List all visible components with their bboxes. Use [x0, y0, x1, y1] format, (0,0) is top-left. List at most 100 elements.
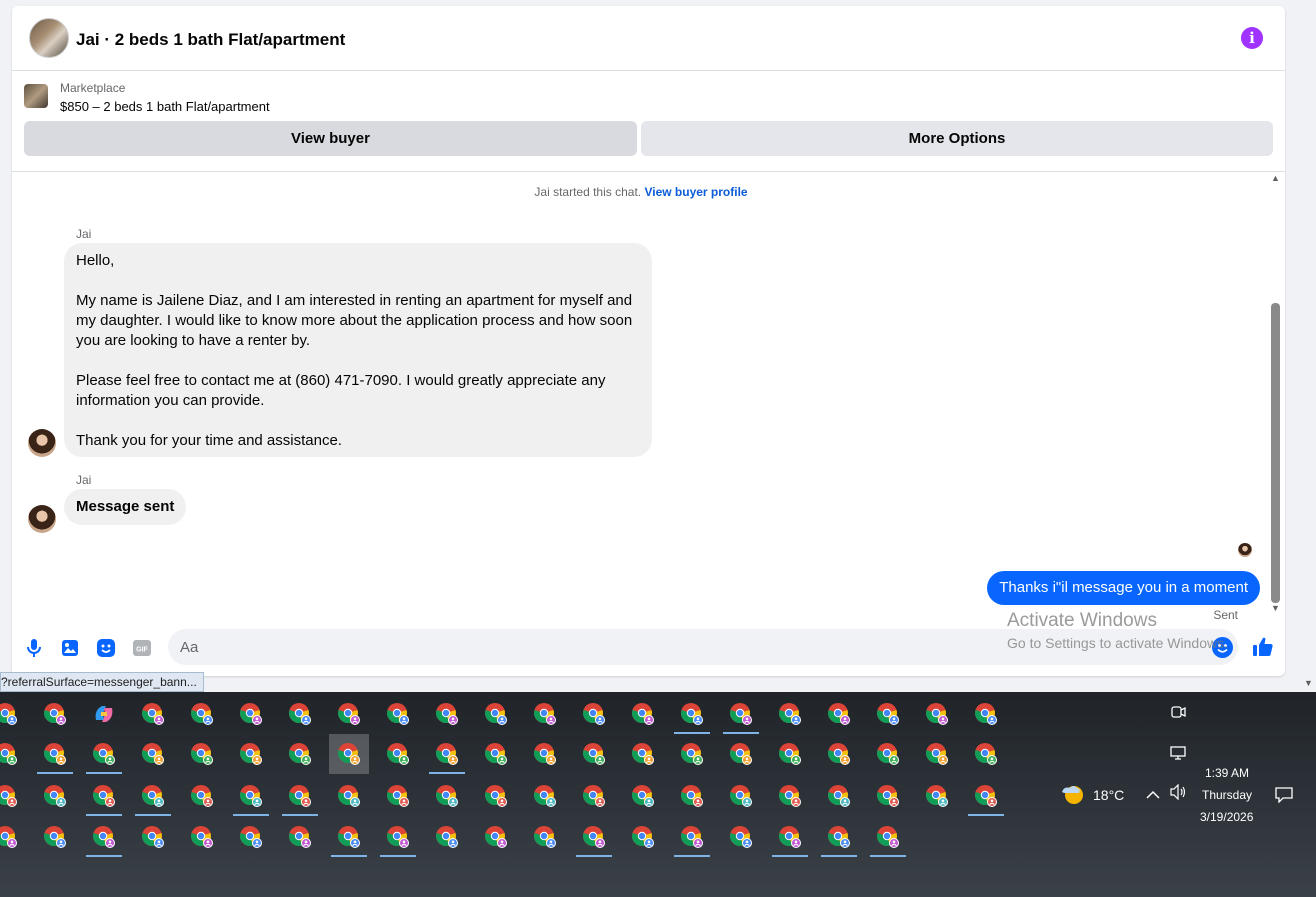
browser-profile-icon[interactable] — [917, 694, 957, 734]
browser-profile-icon[interactable] — [0, 694, 26, 734]
listing-avatar[interactable] — [29, 18, 69, 58]
browser-profile-icon[interactable] — [84, 734, 124, 774]
browser-profile-icon[interactable] — [966, 776, 1006, 816]
browser-profile-icon[interactable] — [672, 776, 712, 816]
browser-profile-icon[interactable] — [231, 817, 271, 857]
notification-icon[interactable] — [1275, 787, 1293, 808]
browser-profile-icon[interactable] — [819, 817, 859, 857]
browser-profile-icon[interactable] — [427, 776, 467, 816]
like-thumbs-up-icon[interactable] — [1252, 636, 1274, 658]
browser-profile-icon[interactable] — [280, 817, 320, 857]
browser-profile-icon[interactable] — [427, 817, 467, 857]
browser-profile-icon[interactable] — [525, 734, 565, 774]
browser-profile-icon[interactable] — [672, 694, 712, 734]
browser-profile-icon[interactable] — [770, 776, 810, 816]
sender-avatar[interactable] — [28, 505, 56, 533]
clock-date[interactable]: 3/19/2026 — [1200, 810, 1253, 824]
browser-profile-icon[interactable] — [378, 817, 418, 857]
browser-profile-icon[interactable] — [966, 734, 1006, 774]
browser-profile-icon[interactable] — [133, 694, 173, 734]
meet-now-icon[interactable] — [1170, 704, 1186, 725]
browser-profile-icon[interactable] — [672, 817, 712, 857]
browser-profile-icon[interactable] — [476, 776, 516, 816]
browser-profile-icon[interactable] — [623, 776, 663, 816]
browser-profile-icon[interactable] — [721, 817, 761, 857]
browser-profile-icon[interactable] — [84, 817, 124, 857]
browser-profile-icon[interactable] — [231, 694, 271, 734]
message-input[interactable] — [168, 629, 1238, 665]
browser-profile-icon[interactable] — [182, 776, 222, 816]
more-options-button[interactable]: More Options — [641, 121, 1273, 156]
browser-profile-icon[interactable] — [84, 776, 124, 816]
photo-icon[interactable] — [60, 638, 80, 658]
browser-profile-icon[interactable] — [770, 694, 810, 734]
scroll-up-arrow[interactable]: ▲ — [1271, 173, 1280, 183]
browser-profile-icon[interactable] — [917, 734, 957, 774]
browser-profile-icon[interactable] — [182, 817, 222, 857]
browser-profile-icon[interactable] — [378, 734, 418, 774]
browser-profile-icon[interactable] — [476, 694, 516, 734]
network-desktop-icon[interactable] — [1170, 745, 1186, 766]
browser-profile-icon[interactable] — [329, 776, 369, 816]
browser-profile-icon[interactable] — [574, 776, 614, 816]
scroll-down-arrow[interactable]: ▼ — [1271, 603, 1280, 613]
emoji-icon[interactable] — [1212, 637, 1233, 658]
browser-profile-icon[interactable] — [182, 694, 222, 734]
browser-profile-icon[interactable] — [966, 694, 1006, 734]
browser-profile-icon[interactable] — [329, 694, 369, 734]
browser-profile-icon[interactable] — [35, 817, 75, 857]
browser-profile-icon[interactable] — [525, 694, 565, 734]
microphone-icon[interactable] — [24, 638, 44, 658]
browser-profile-icon[interactable] — [574, 734, 614, 774]
gif-icon[interactable]: GIF — [132, 638, 152, 658]
browser-profile-icon[interactable] — [427, 694, 467, 734]
browser-profile-icon[interactable] — [819, 694, 859, 734]
browser-profile-icon[interactable] — [133, 817, 173, 857]
browser-profile-icon[interactable] — [280, 776, 320, 816]
browser-profile-icon[interactable] — [182, 734, 222, 774]
browser-profile-icon[interactable] — [0, 817, 26, 857]
browser-profile-icon[interactable] — [35, 734, 75, 774]
browser-profile-icon[interactable] — [525, 817, 565, 857]
browser-profile-icon[interactable] — [231, 734, 271, 774]
browser-profile-icon[interactable] — [721, 694, 761, 734]
listing-thumbnail[interactable] — [24, 84, 48, 108]
chevron-up-icon[interactable] — [1146, 787, 1160, 803]
browser-profile-icon[interactable] — [574, 817, 614, 857]
browser-profile-icon[interactable] — [378, 694, 418, 734]
sender-avatar[interactable] — [28, 429, 56, 457]
clock-time[interactable]: 1:39 AM — [1205, 766, 1249, 780]
speaker-icon[interactable] — [1170, 783, 1188, 805]
browser-profile-icon[interactable] — [476, 817, 516, 857]
browser-profile-icon[interactable] — [623, 734, 663, 774]
sticker-icon[interactable] — [96, 638, 116, 658]
browser-profile-icon[interactable] — [35, 776, 75, 816]
browser-profile-icon[interactable] — [672, 734, 712, 774]
browser-profile-icon[interactable] — [525, 776, 565, 816]
browser-profile-icon[interactable] — [231, 776, 271, 816]
page-scroll-down-arrow[interactable]: ▼ — [1304, 678, 1313, 688]
browser-profile-icon[interactable] — [0, 734, 26, 774]
weather-icon[interactable] — [1060, 782, 1086, 811]
listing-title[interactable]: $850 – 2 beds 1 bath Flat/apartment — [60, 99, 270, 114]
browser-profile-icon[interactable] — [868, 817, 908, 857]
browser-profile-icon[interactable] — [868, 734, 908, 774]
browser-profile-icon[interactable] — [917, 776, 957, 816]
browser-profile-icon[interactable] — [35, 694, 75, 734]
browser-profile-icon[interactable] — [133, 776, 173, 816]
browser-profile-icon[interactable] — [329, 817, 369, 857]
browser-profile-icon[interactable] — [868, 776, 908, 816]
browser-profile-icon[interactable] — [721, 734, 761, 774]
scrollbar-thumb[interactable] — [1271, 303, 1280, 603]
browser-profile-icon[interactable] — [280, 734, 320, 774]
browser-profile-icon[interactable] — [770, 817, 810, 857]
browser-profile-icon[interactable] — [721, 776, 761, 816]
copilot-icon[interactable] — [84, 694, 124, 734]
browser-profile-icon[interactable] — [770, 734, 810, 774]
browser-profile-icon[interactable] — [476, 734, 516, 774]
browser-profile-icon[interactable] — [623, 817, 663, 857]
browser-profile-icon[interactable] — [280, 694, 320, 734]
browser-profile-icon[interactable] — [133, 734, 173, 774]
browser-profile-icon[interactable] — [427, 734, 467, 774]
view-buyer-profile-link[interactable]: View buyer profile — [644, 185, 747, 199]
